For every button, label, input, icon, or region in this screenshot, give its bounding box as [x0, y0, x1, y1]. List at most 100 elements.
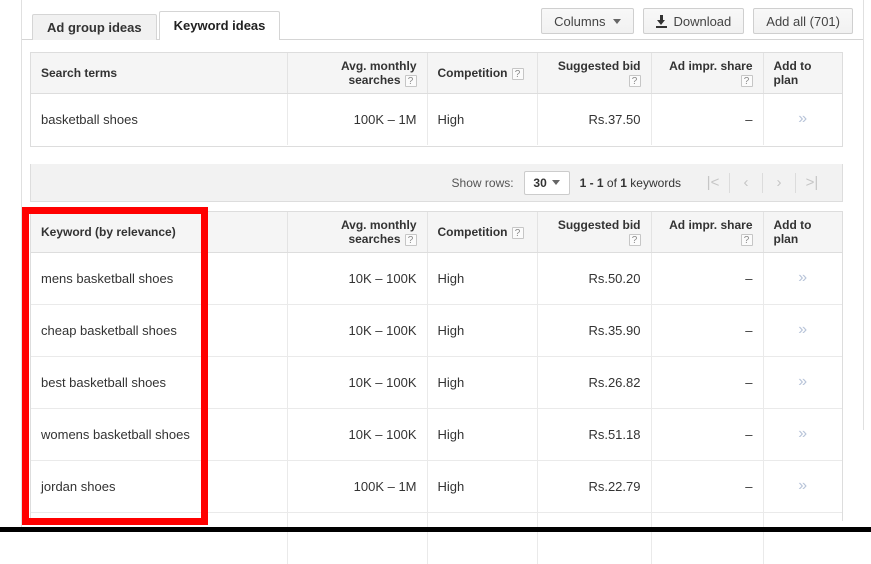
cell-avg-monthly-searches: [287, 512, 428, 564]
help-icon-ad-impr-share-2[interactable]: ?: [740, 233, 753, 246]
col-suggested-bid-2[interactable]: Suggested bid?: [537, 212, 652, 253]
col-competition-2[interactable]: Competition?: [427, 212, 538, 253]
col-add-to-plan-2: Add to plan: [763, 212, 842, 253]
tab-keyword-ideas[interactable]: Keyword ideas: [158, 11, 281, 41]
col-ad-impr-share-label: Ad impr. share: [669, 58, 753, 73]
cell-add-to-plan: »: [763, 93, 842, 145]
table-row[interactable]: womens basketball shoes 10K – 100K High …: [31, 408, 842, 461]
cell-ad-impr-share: –: [651, 460, 764, 513]
col-suggested-bid[interactable]: Suggested bid?: [537, 53, 652, 94]
search-terms-table: Search terms Avg. monthly searches? Comp…: [30, 52, 843, 147]
help-icon-avg-monthly-searches[interactable]: ?: [404, 74, 417, 87]
search-terms-header-row: Search terms Avg. monthly searches? Comp…: [31, 53, 842, 94]
col-competition[interactable]: Competition?: [427, 53, 538, 94]
help-icon-avg-monthly-searches-2[interactable]: ?: [404, 233, 417, 246]
table-row[interactable]: mens basketball shoes 10K – 100K High Rs…: [31, 252, 842, 305]
cell-competition: High: [427, 304, 538, 357]
help-icon-competition[interactable]: ?: [511, 67, 524, 80]
add-to-plan-chevron-icon[interactable]: »: [798, 110, 807, 127]
chevron-down-icon: [551, 180, 560, 185]
bottom-black-bar: [0, 527, 871, 532]
cell-ad-impr-share: –: [651, 304, 764, 357]
cell-suggested-bid: Rs.22.79: [537, 460, 652, 513]
col-competition-label: Competition: [437, 65, 508, 80]
cell-suggested-bid: Rs.37.50: [537, 93, 652, 145]
cell-avg-monthly-searches: 100K – 1M: [287, 93, 428, 145]
cell-competition: High: [427, 460, 538, 513]
help-icon-suggested-bid-2[interactable]: ?: [628, 233, 641, 246]
add-to-plan-chevron-icon[interactable]: »: [798, 425, 807, 442]
rows-per-page-select[interactable]: 30: [523, 170, 570, 195]
col-ad-impr-share-2[interactable]: Ad impr. share?: [651, 212, 764, 253]
col-ad-impr-share[interactable]: Ad impr. share?: [651, 53, 764, 94]
help-icon-ad-impr-share[interactable]: ?: [740, 74, 753, 87]
col-keyword-by-relevance[interactable]: Keyword (by relevance): [31, 212, 288, 253]
next-page-button[interactable]: ›: [762, 172, 795, 193]
table-row[interactable]: best basketball shoes 10K – 100K High Rs…: [31, 356, 842, 409]
cell-avg-monthly-searches: 100K – 1M: [287, 460, 428, 513]
toolbar-actions: Columns Download Add all (701): [541, 8, 853, 34]
cell-add-to-plan: »: [763, 252, 842, 305]
chevron-down-icon: [613, 18, 622, 24]
cell-ad-impr-share: –: [651, 93, 764, 145]
cell-competition: High: [427, 93, 538, 145]
col-suggested-bid-2-label: Suggested bid: [557, 217, 641, 232]
top-toolbar: Ad group ideas Keyword ideas Columns Dow…: [22, 0, 863, 41]
first-page-button[interactable]: |<: [697, 173, 729, 193]
last-page-button[interactable]: >|: [795, 172, 828, 193]
add-to-plan-chevron-icon[interactable]: »: [798, 321, 807, 338]
result-range-sep: of: [603, 175, 621, 190]
download-button[interactable]: Download: [643, 8, 745, 34]
help-icon-suggested-bid[interactable]: ?: [628, 74, 641, 87]
cell-keyword: mens basketball shoes: [31, 252, 288, 305]
table-row[interactable]: basketball shoes 100K – 1M High Rs.37.50…: [31, 93, 842, 145]
pagination-bar: Show rows: 30 1 - 1 of 1 keywords |< ‹ ›…: [30, 164, 843, 202]
columns-button-label: Columns: [554, 13, 606, 29]
search-terms-grid: Search terms Avg. monthly searches? Comp…: [31, 53, 842, 145]
cell-add-to-plan: »: [763, 408, 842, 461]
download-icon: [656, 14, 668, 28]
col-suggested-bid-label: Suggested bid: [557, 58, 641, 73]
cell-avg-monthly-searches: 10K – 100K: [287, 304, 428, 357]
cell-search-term: basketball shoes: [31, 93, 288, 145]
col-avg-monthly-searches-2[interactable]: Avg. monthly searches?: [287, 212, 428, 253]
cell-keyword: cheap basketball shoes: [31, 304, 288, 357]
result-range-current: 1 - 1: [579, 175, 604, 190]
cell-competition: High: [427, 356, 538, 409]
col-avg-monthly-searches-stack: Avg. monthly searches?: [341, 59, 417, 87]
cell-suggested-bid: Rs.51.18: [537, 408, 652, 461]
col-search-terms-label: Search terms: [41, 65, 118, 80]
keyword-ideas-grid: Keyword (by relevance) Avg. monthly sear…: [31, 212, 842, 564]
show-rows-label: Show rows:: [451, 175, 514, 190]
table-row[interactable]: cheap basketball shoes 10K – 100K High R…: [31, 304, 842, 357]
cell-keyword: best basketball shoes: [31, 356, 288, 409]
col-competition-2-label: Competition: [437, 224, 508, 239]
cell-add-to-plan: [763, 512, 842, 564]
cell-competition: [427, 512, 538, 564]
add-to-plan-chevron-icon[interactable]: »: [798, 373, 807, 390]
table-row[interactable]: [31, 512, 842, 564]
download-button-label: Download: [673, 13, 732, 29]
col-keyword-by-relevance-label: Keyword (by relevance): [41, 224, 176, 239]
col-search-terms[interactable]: Search terms: [31, 53, 288, 94]
cell-competition: High: [427, 252, 538, 305]
add-to-plan-chevron-icon[interactable]: »: [798, 477, 807, 494]
cell-ad-impr-share: –: [651, 356, 764, 409]
columns-button[interactable]: Columns: [541, 8, 635, 34]
col-avg-monthly-searches-2-stack: Avg. monthly searches?: [341, 218, 417, 246]
col-avg-monthly-searches[interactable]: Avg. monthly searches?: [287, 53, 428, 94]
cell-competition: High: [427, 408, 538, 461]
add-all-button[interactable]: Add all (701): [753, 8, 853, 34]
rows-per-page-value: 30: [533, 175, 547, 190]
add-to-plan-chevron-icon[interactable]: »: [798, 269, 807, 286]
result-range-unit: keywords: [626, 175, 681, 190]
table-row[interactable]: jordan shoes 100K – 1M High Rs.22.79 – »: [31, 460, 842, 513]
help-icon-competition-2[interactable]: ?: [511, 226, 524, 239]
cell-avg-monthly-searches: 10K – 100K: [287, 408, 428, 461]
tab-ad-group-ideas[interactable]: Ad group ideas: [32, 14, 157, 40]
prev-page-button[interactable]: ‹: [729, 172, 762, 193]
col-avg-monthly-searches-line1: Avg. monthly: [340, 58, 417, 73]
cell-add-to-plan: »: [763, 460, 842, 513]
ideas-tabs: Ad group ideas Keyword ideas: [32, 11, 281, 41]
col-avg-monthly-searches-2-line1: Avg. monthly: [340, 217, 417, 232]
